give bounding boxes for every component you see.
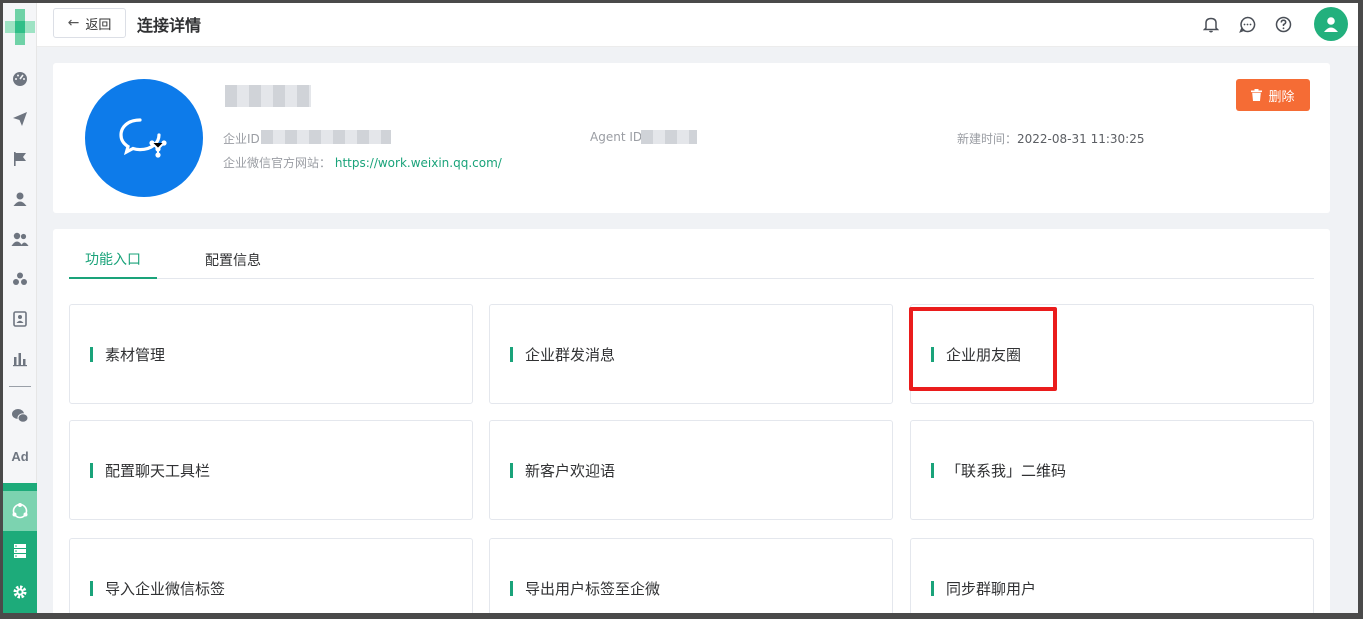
page-title: 连接详情 [137, 16, 202, 35]
wecom-logo [85, 79, 203, 197]
feature-card-label: 企业群发消息 [525, 345, 616, 364]
sidebar: Ad [3, 3, 37, 613]
dashboard-icon[interactable] [7, 66, 33, 92]
bar-chart-icon[interactable] [7, 346, 33, 372]
app-window: Ad ← 返回 连接详情 企业ID Agent ID 新建时间：2022-08-… [3, 3, 1358, 613]
feature-card-export-tags[interactable]: 导出用户标签至企微 [489, 538, 893, 613]
feature-card-group-message[interactable]: 企业群发消息 [489, 304, 893, 404]
user-avatar[interactable] [1314, 7, 1348, 41]
arrow-left-icon: ← [67, 15, 80, 31]
feature-card-label: 配置聊天工具栏 [105, 461, 211, 480]
accent-bar [931, 462, 934, 478]
server-icon [7, 538, 33, 564]
top-bar: ← 返回 连接详情 [37, 3, 1358, 47]
feature-card-label: 「联系我」二维码 [946, 461, 1067, 480]
delete-button[interactable]: 删除 [1236, 79, 1310, 111]
sidebar-group-strip [3, 483, 37, 491]
feature-card-label: 导入企业微信标签 [105, 579, 226, 598]
sidebar-divider [9, 386, 31, 387]
message-icon[interactable] [1236, 13, 1258, 35]
user-icon[interactable] [7, 186, 33, 212]
website-link[interactable]: https://work.weixin.qq.com/ [335, 156, 502, 170]
top-actions [1200, 7, 1348, 41]
accent-bar [510, 346, 513, 362]
back-button[interactable]: ← 返回 [53, 8, 126, 38]
agent-id-redacted [641, 130, 697, 144]
feature-card-import-tags[interactable]: 导入企业微信标签 [69, 538, 473, 613]
tab-bar: 功能入口 配置信息 [69, 241, 1314, 279]
help-icon[interactable] [1272, 13, 1294, 35]
connection-info-card: 企业ID Agent ID 新建时间：2022-08-31 11:30:25 企… [53, 63, 1330, 213]
corp-id-field: 企业ID [223, 132, 260, 146]
corp-id-redacted [261, 130, 391, 144]
tab-config-info[interactable]: 配置信息 [189, 241, 277, 279]
feature-card-contact-qrcode[interactable]: 「联系我」二维码 [910, 420, 1314, 520]
groups-icon[interactable] [7, 266, 33, 292]
feature-card-label: 新客户欢迎语 [525, 461, 616, 480]
user-avatar-icon [1324, 17, 1338, 32]
accent-bar [90, 346, 93, 362]
feature-card-label: 导出用户标签至企微 [525, 579, 661, 598]
app-logo [5, 9, 35, 45]
feature-card-label: 素材管理 [105, 345, 166, 364]
tab-feature-entry[interactable]: 功能入口 [69, 241, 157, 279]
sidebar-item-connect[interactable] [3, 491, 37, 531]
feature-card-label: 企业朋友圈 [946, 345, 1022, 364]
feature-card-sync-group-users[interactable]: 同步群聊用户 [910, 538, 1314, 613]
accent-bar [510, 462, 513, 478]
wecom-chat-icon [119, 118, 167, 158]
wechat-icon[interactable] [7, 403, 33, 429]
website-field: 企业微信官方网站： https://work.weixin.qq.com/ [223, 156, 502, 170]
accent-bar [931, 346, 934, 362]
send-icon[interactable] [7, 106, 33, 132]
flag-icon[interactable] [7, 146, 33, 172]
feature-card-moments[interactable]: 企业朋友圈 [910, 304, 1314, 404]
bell-icon[interactable] [1200, 13, 1222, 35]
feature-panel: 功能入口 配置信息 素材管理 企业群发消息 企业朋友圈 配置聊天工具栏 新客户欢… [53, 229, 1330, 613]
feature-card-welcome-message[interactable]: 新客户欢迎语 [489, 420, 893, 520]
ad-icon[interactable]: Ad [7, 443, 33, 469]
feature-card-label: 同步群聊用户 [946, 579, 1037, 598]
created-time-field: 新建时间：2022-08-31 11:30:25 [957, 132, 1145, 146]
contact-card-icon[interactable] [7, 306, 33, 332]
trash-icon [1251, 89, 1263, 101]
accent-bar [510, 580, 513, 596]
accent-bar [90, 462, 93, 478]
sidebar-item-settings[interactable] [3, 571, 37, 613]
back-button-label: 返回 [85, 17, 112, 33]
users-icon[interactable] [7, 226, 33, 252]
created-time-value: 2022-08-31 11:30:25 [1017, 132, 1145, 146]
sidebar-item-server[interactable] [3, 531, 37, 571]
accent-bar [90, 580, 93, 596]
connect-icon [7, 498, 33, 524]
connection-name-redacted [225, 85, 311, 107]
delete-button-label: 删除 [1268, 89, 1295, 105]
feature-card-materials[interactable]: 素材管理 [69, 304, 473, 404]
agent-id-field: Agent ID [590, 130, 643, 144]
feature-card-chat-toolbar[interactable]: 配置聊天工具栏 [69, 420, 473, 520]
accent-bar [931, 580, 934, 596]
gear-icon [7, 579, 33, 605]
